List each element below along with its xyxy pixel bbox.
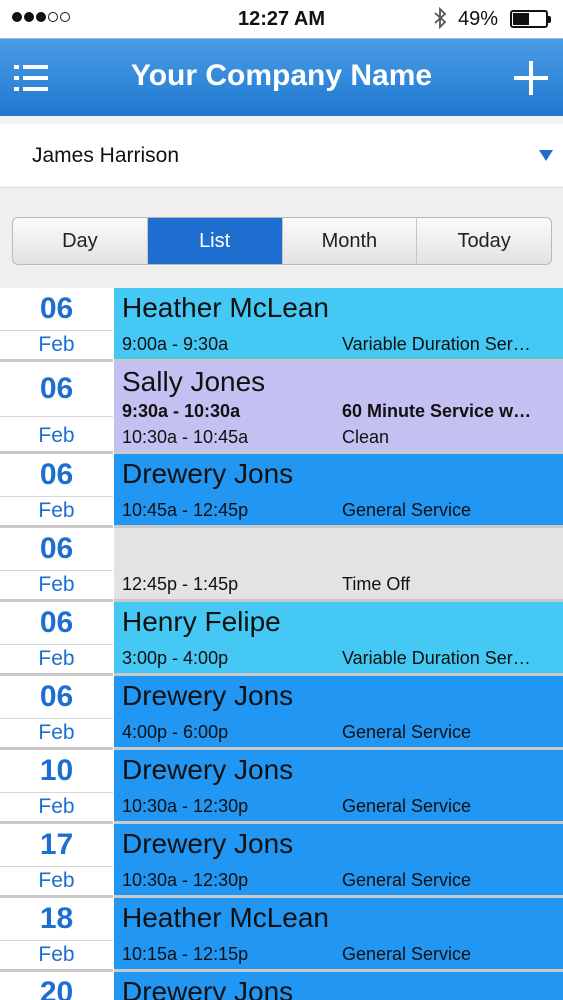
service-name: General Service [342,500,472,520]
service-name: 60 Minute Service w… [342,401,532,421]
service-name: Variable Duration Ser… [342,648,531,668]
tab-day[interactable]: Day [13,218,148,264]
appointment-date: 06 Feb [0,362,113,454]
appointment-details: Henry Felipe 3:00p - 4:00p Variable Durati… [114,602,563,676]
appointment-time: 9:30a - 10:30a [122,401,241,421]
tab-list[interactable]: List [147,218,283,264]
list-item[interactable]: 10 Feb Drewery Jons 10:30a - 12:30p General … [0,750,563,824]
client-name: Heather McLean [122,292,330,323]
date-day: 06 [39,458,74,491]
appointment-date: 06 Feb [0,454,113,528]
client-name: Drewery Jons [122,976,294,1000]
client-name: Drewery Jons [122,458,294,489]
tab-today[interactable]: Today [417,218,551,264]
service-name: General Service [342,870,472,890]
view-switcher-area: Day List Month Today [0,188,563,288]
service-name: General Service [342,722,472,742]
appointment-time: 10:45a - 12:45p [122,500,249,520]
list-item[interactable]: 06 Feb Heather McLean 9:00a - 9:30a Variable… [0,288,563,362]
service-name: General Service [342,944,472,964]
date-month: Feb [38,647,75,670]
appointment-date: 20Feb [0,972,113,1000]
client-name: Heather McLean [122,902,330,933]
service-name: Variable Duration Ser… [342,334,531,354]
date-day: 06 [39,292,74,325]
appointment-time: 9:00a - 9:30a [122,334,229,354]
date-month: Feb [38,333,75,356]
staff-name: James Harrison [32,144,180,167]
appointment-details: Drewery Jons 10:45a - 12:45p General Servi… [114,454,563,528]
client-name: Drewery Jons [122,680,294,711]
bluetooth-icon [434,7,447,29]
client-name: Sally Jones [122,366,266,397]
battery-percentage: 49% [458,8,499,30]
appointment-date: 06 Feb [0,676,113,750]
appointment-time: 3:00p - 4:00p [122,648,229,668]
appointment-date: 06 Feb [0,528,113,602]
date-day: 06 [39,606,74,639]
appointment-date: 18 Feb [0,898,113,972]
appointment-details: Heather McLean 10:15a - 12:15p General Ser… [114,898,563,972]
tab-month[interactable]: Month [283,218,418,264]
caret-down-icon [539,150,553,161]
client-name: Drewery Jons [122,754,294,785]
service-name: Clean [342,427,390,447]
appointment-time: 10:30a - 12:30p [122,796,249,816]
date-month: Feb [38,499,75,522]
client-name: Henry Felipe [122,606,281,637]
appointment-time: 4:00p - 6:00p [122,722,229,742]
date-month: Feb [38,424,75,447]
appointment-time: 10:15a - 12:15p [122,944,249,964]
service-name: General Service [342,796,472,816]
date-day: 06 [39,532,74,565]
list-item[interactable]: 06 Feb Henry Felipe 3:00p - 4:00p Variable D… [0,602,563,676]
page-title: Your Company Name [130,59,433,92]
view-switcher: Day List Month Today [12,217,552,265]
appointment-details: Drewery Jons [114,972,563,1000]
list-item[interactable]: 17 Feb Drewery Jons 10:30a - 12:30p General … [0,824,563,898]
date-day: 06 [39,680,74,713]
appointment-details: Drewery Jons 10:30a - 12:30p General Servi… [114,824,563,898]
appointment-date: 06 Feb [0,602,113,676]
appointment-date: 10 Feb [0,750,113,824]
appointment-details: Drewery Jons 4:00p - 6:00p General Service [114,676,563,750]
service-name: Time Off [342,574,411,594]
battery-icon [510,10,551,28]
list-item[interactable]: 06 Feb 12:45p - 1:45p Time Off [0,528,563,602]
appointment-date: 17 Feb [0,824,113,898]
status-bar: 12:27 AM 49% [0,0,563,38]
list-item[interactable]: 06 Feb Drewery Jons 10:45a - 12:45p General … [0,454,563,528]
date-month: Feb [38,869,75,892]
date-month: Feb [38,721,75,744]
date-day: 17 [39,828,74,861]
appointment-time: 12:45p - 1:45p [122,574,239,594]
appointment-details: Sally Jones 9:30a - 10:30a 60 Minute Servi… [114,362,563,454]
appointment-details: Heather McLean 9:00a - 9:30a Variable Dura… [114,288,563,362]
appointment-time: 10:30a - 10:45a [122,427,249,447]
date-day: 20 [39,976,74,1000]
staff-selector[interactable]: James Harrison [0,116,563,188]
date-day: 10 [39,754,74,787]
appointment-details: Drewery Jons 10:30a - 12:30p General Servi… [114,750,563,824]
add-appointment-plus-icon[interactable] [514,61,548,95]
date-day: 18 [39,902,74,935]
list-item[interactable]: 20Feb Drewery Jons [0,972,563,1000]
list-item[interactable]: 18 Feb Heather McLean 10:15a - 12:15p Genera… [0,898,563,972]
date-month: Feb [38,573,75,596]
app-header: Your Company Name [0,38,563,116]
list-item[interactable]: 06 Feb Drewery Jons 4:00p - 6:00p General Se… [0,676,563,750]
appointment-time: 10:30a - 12:30p [122,870,249,890]
client-name: Drewery Jons [122,828,294,859]
appointment-date: 06 Feb [0,288,113,362]
list-item[interactable]: 06 Feb Sally Jones 9:30a - 10:30a 60 Minute … [0,362,563,454]
appointment-details: 12:45p - 1:45p Time Off [114,528,563,602]
date-month: Feb [38,795,75,818]
date-day: 06 [39,372,74,405]
date-month: Feb [38,943,75,966]
appointment-list[interactable]: 06 Feb Heather McLean 9:00a - 9:30a Variable… [0,288,563,1000]
